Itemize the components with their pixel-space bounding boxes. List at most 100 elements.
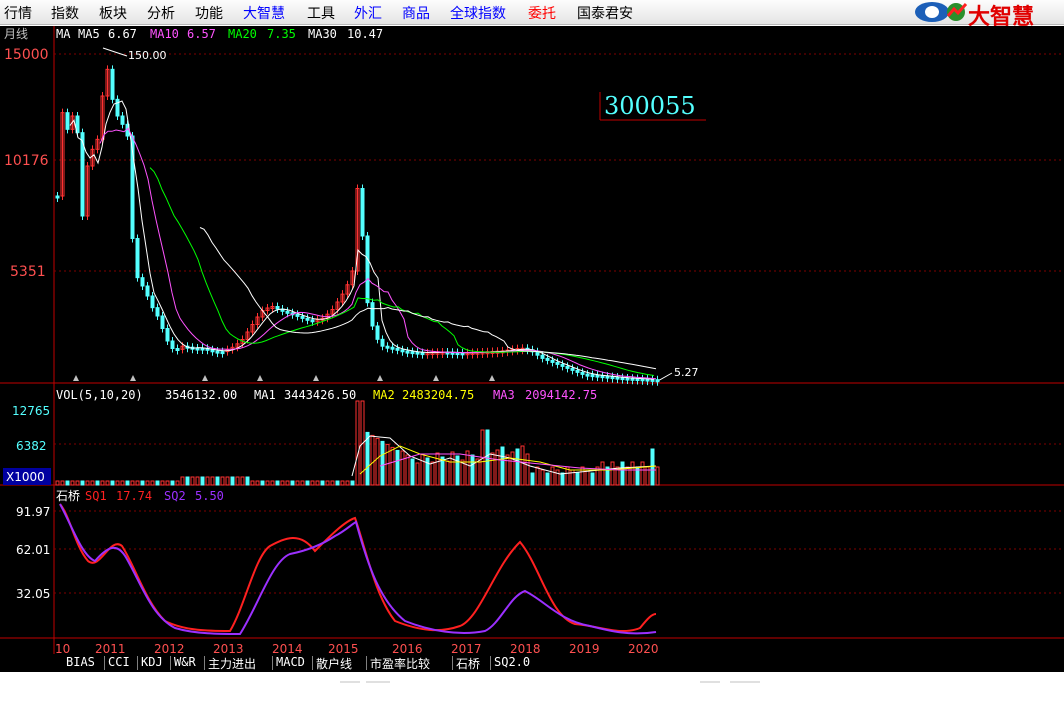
menu-item-sector[interactable]: 板块 (99, 3, 127, 23)
menu-item-forex[interactable]: 外汇 (354, 3, 382, 23)
candle-body (300, 315, 305, 319)
volume-bar (445, 460, 450, 486)
tab-sq2[interactable]: SQ2.0 (494, 655, 530, 669)
candle-body (590, 374, 595, 378)
candlestick-series (55, 65, 660, 386)
tab-cci[interactable]: CCI (108, 655, 130, 669)
volume-bar (470, 454, 475, 486)
volume-bar (155, 480, 160, 486)
candle-body (310, 319, 315, 323)
volume-bar (610, 461, 615, 486)
volume-bar (465, 450, 470, 486)
volume-legend: VOL(5,10,20) 3546132.00 MA1 3443426.50 M… (56, 388, 597, 402)
volume-bar (290, 480, 295, 486)
volume-bar (385, 443, 390, 486)
volume-bar (375, 437, 380, 486)
volume-bar (270, 480, 275, 486)
tab-macd[interactable]: MACD (276, 655, 305, 669)
menu-bar: 行情 指数 板块 分析 功能 大智慧 工具 外汇 商品 全球指数 委托 国泰君安… (0, 0, 1064, 30)
moving-average-lines (69, 100, 657, 380)
tab-separator (104, 656, 105, 670)
candle-body (220, 351, 225, 355)
candle-body (135, 238, 140, 279)
tab-shiqiao[interactable]: 石桥 (456, 655, 480, 672)
candle-body (195, 347, 200, 351)
menu-item-commodities[interactable]: 商品 (402, 3, 430, 23)
scroll-marks (340, 681, 760, 683)
candle-body (110, 68, 115, 100)
candle-body (555, 361, 560, 365)
volume-bar (115, 480, 120, 486)
volume-bar (310, 480, 315, 486)
candle-body (625, 377, 630, 381)
menu-item-broker[interactable]: 国泰君安 (577, 3, 633, 23)
volume-bar (305, 480, 310, 486)
volume-bar (130, 480, 135, 486)
volume-bar (320, 480, 325, 486)
tab-pe-compare[interactable]: 市盈率比较 (370, 655, 430, 672)
volume-bar (410, 458, 415, 486)
volume-bar (335, 480, 340, 486)
volume-bar (280, 480, 285, 486)
candle-body (615, 376, 620, 380)
volume-bar (510, 451, 515, 486)
candle-body (560, 363, 565, 367)
candle-body (295, 313, 300, 317)
candle-body (395, 347, 400, 351)
volume-ma1-value: 3443426.50 (284, 388, 356, 402)
sq1-label: SQ1 (85, 489, 107, 503)
menu-item-dzh[interactable]: 大智慧 (243, 3, 285, 23)
candle-body (165, 328, 170, 342)
volume-bar (505, 454, 510, 486)
ma30-label: MA30 (308, 27, 337, 41)
tab-kdj[interactable]: KDJ (141, 655, 163, 669)
ma5-value: 6.67 (108, 27, 137, 41)
candle-body (375, 325, 380, 340)
candle-body (400, 349, 405, 353)
volume-bar (500, 446, 505, 486)
volume-bar (380, 440, 385, 486)
menu-item-global-index[interactable]: 全球指数 (450, 3, 506, 23)
volume-bar (650, 448, 655, 486)
menu-item-quotes[interactable]: 行情 (4, 3, 32, 23)
high-marker: 150.00 (128, 49, 167, 62)
menu-item-analysis[interactable]: 分析 (147, 3, 175, 23)
event-marker-icon (257, 375, 263, 381)
volume-bar (340, 480, 345, 486)
bottom-strip (0, 672, 1064, 706)
tab-main-force[interactable]: 主力进出 (208, 655, 256, 672)
candle-body (385, 345, 390, 349)
indicator-title: 石桥 (56, 489, 80, 503)
sq2-label: SQ2 (164, 489, 186, 503)
volume-bar (175, 480, 180, 486)
volume-bar (590, 472, 595, 486)
candle-body (390, 346, 395, 350)
menu-item-trade[interactable]: 委托 (528, 3, 556, 23)
kline-chart[interactable]: 月线 15000 10176 5351 12765 6382 X1000 91.… (0, 26, 1064, 672)
volume-value: 3546132.00 (165, 388, 237, 402)
volume-bar (250, 480, 255, 486)
tab-retail-line[interactable]: 散户线 (316, 655, 352, 672)
volume-bar (100, 480, 105, 486)
tab-wr[interactable]: W&R (174, 655, 196, 669)
ma20-value: 7.35 (267, 27, 296, 41)
tab-bias[interactable]: BIAS (66, 655, 95, 669)
tab-separator (272, 656, 273, 670)
volume-ma1-label: MA1 (254, 388, 276, 402)
candle-body (540, 354, 545, 359)
candle-body (600, 375, 605, 379)
menu-item-tools[interactable]: 工具 (307, 3, 335, 23)
candle-body (210, 349, 215, 353)
volume-bar (490, 452, 495, 486)
menu-item-functions[interactable]: 功能 (195, 3, 223, 23)
price-axis-top: 15000 (4, 47, 49, 63)
sq1-value: 17.74 (116, 489, 152, 503)
sq2-value: 5.50 (195, 489, 224, 503)
volume-bar (390, 446, 395, 486)
menu-item-index[interactable]: 指数 (51, 3, 79, 23)
candle-body (305, 317, 310, 321)
volume-bar (255, 480, 260, 486)
volume-bar (575, 472, 580, 486)
volume-bar (55, 480, 60, 486)
tab-separator (137, 656, 138, 670)
